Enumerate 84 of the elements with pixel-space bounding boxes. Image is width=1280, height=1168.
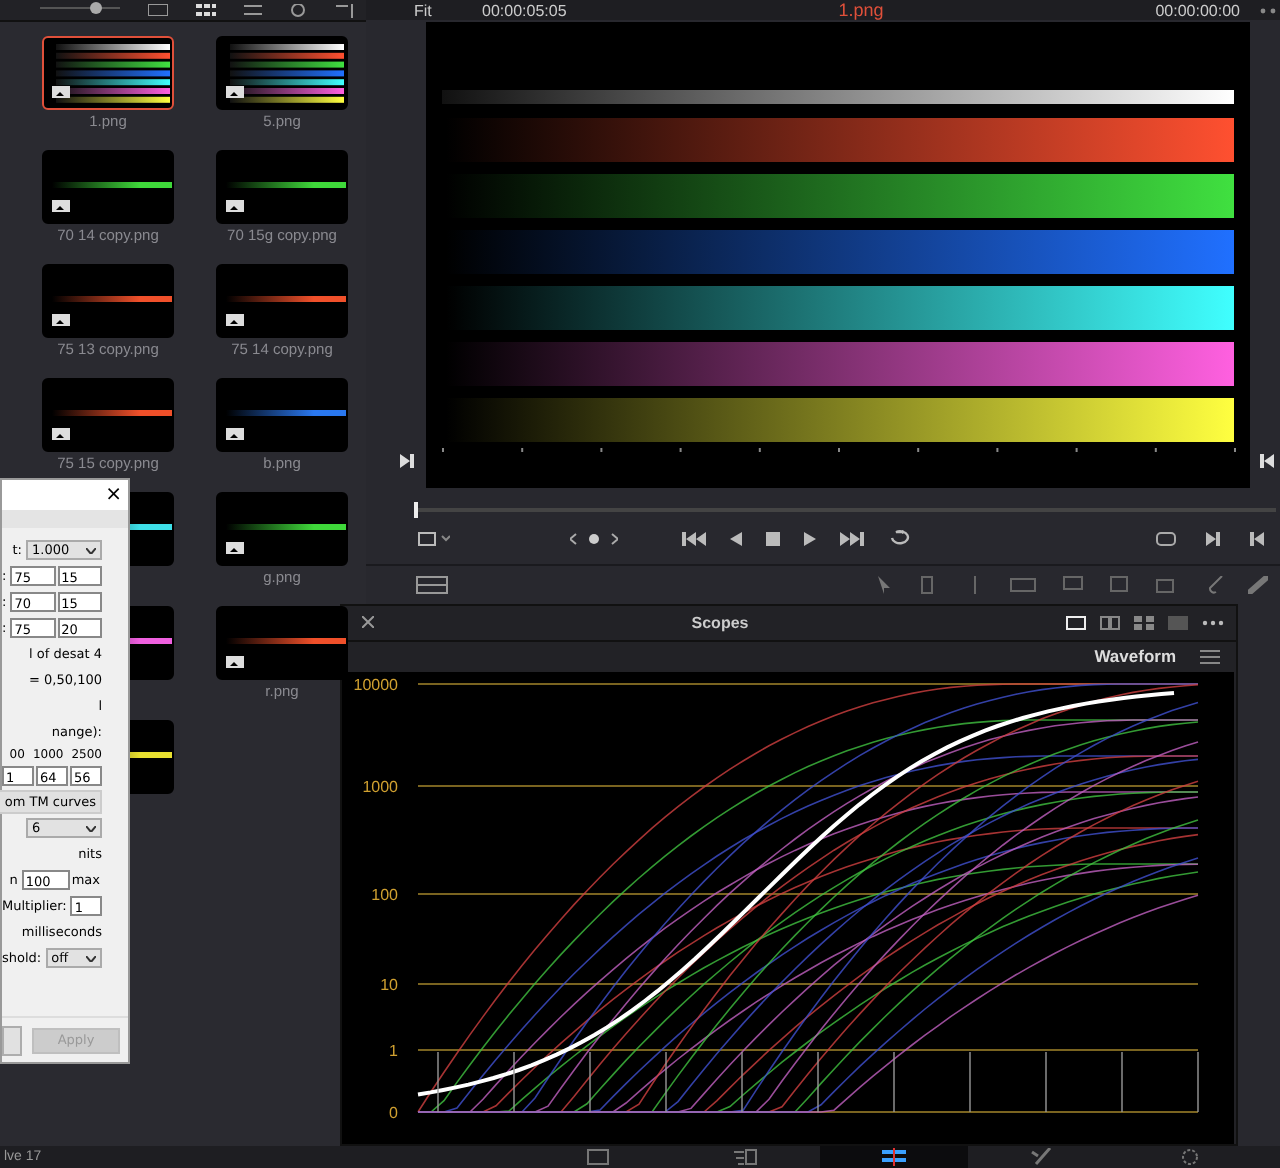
link-icon[interactable]: [1248, 576, 1268, 595]
page-tab[interactable]: [820, 1146, 968, 1168]
clip-thumbnail[interactable]: [42, 378, 174, 452]
image-icon: [52, 428, 70, 440]
light-streak: [226, 638, 346, 644]
image-icon: [52, 314, 70, 326]
axis-label: 1: [389, 1041, 398, 1060]
grid-view-icon[interactable]: [196, 4, 216, 16]
timeline-view-icon[interactable]: [416, 576, 448, 595]
current-timecode: 00:00:00:00: [1155, 1, 1240, 19]
clip-thumbnail[interactable]: [42, 36, 174, 110]
zoom-dropdown[interactable]: Fit: [414, 1, 462, 19]
skip-to-end-icon[interactable]: [840, 531, 864, 546]
clip-thumbnail[interactable]: [216, 36, 348, 110]
duration-timecode: 00:00:05:05: [482, 1, 567, 19]
ruler-icon[interactable]: [1010, 578, 1036, 593]
clip-title-dropdown[interactable]: 1.png: [586, 0, 1136, 20]
insert-icon[interactable]: [1060, 576, 1086, 595]
close-button[interactable]: ×: [105, 485, 122, 505]
quad-layout-icon[interactable]: [1134, 615, 1154, 630]
light-streak: [226, 524, 346, 530]
dual-layout-icon[interactable]: [1100, 615, 1120, 630]
clip-thumbnail[interactable]: [216, 150, 348, 224]
slider-icon[interactable]: [40, 2, 120, 18]
image-icon: [226, 86, 244, 98]
mark-out-icon[interactable]: [1260, 454, 1274, 469]
loop-icon[interactable]: [888, 529, 912, 548]
speed-lines-icon: [734, 1148, 758, 1166]
hook-icon[interactable]: [1206, 576, 1224, 595]
next-mark-icon[interactable]: [1206, 531, 1220, 546]
clip-thumbnail[interactable]: [216, 606, 348, 680]
scope-type-dropdown[interactable]: Waveform: [1094, 646, 1176, 667]
more-icon[interactable]: [1202, 619, 1224, 626]
light-streak: [226, 410, 346, 416]
settings-icon[interactable]: [1200, 647, 1220, 666]
close-icon[interactable]: [362, 616, 374, 629]
skip-to-start-icon[interactable]: [682, 531, 706, 546]
pen-icon: [1030, 1148, 1054, 1166]
single-layout-icon[interactable]: [1066, 615, 1086, 630]
clip-thumbnail[interactable]: [216, 378, 348, 452]
stop-icon[interactable]: [766, 531, 780, 546]
image-icon: [226, 542, 244, 554]
clip-thumbnail[interactable]: [216, 492, 348, 566]
color-bars-drawing: [230, 44, 344, 103]
play-reverse-icon[interactable]: [730, 531, 742, 546]
axis-label: 10000: [353, 675, 398, 694]
chevron-icon: [86, 955, 96, 961]
light-streak: [226, 182, 346, 188]
more-icon[interactable]: [1260, 7, 1276, 13]
pointer-icon[interactable]: [878, 576, 890, 595]
clip-thumbnail[interactable]: [42, 150, 174, 224]
clip-thumbnail[interactable]: [216, 264, 348, 338]
color-bars-drawing: [56, 44, 170, 103]
light-streak: [52, 182, 172, 188]
chevron-icon: [86, 547, 96, 553]
image-icon: [226, 314, 244, 326]
light-streak: [52, 296, 172, 302]
list-view-icon[interactable]: [244, 4, 262, 16]
thumbnail-view-icon[interactable]: [148, 4, 168, 16]
image-icon: [226, 200, 244, 212]
light-streak: [226, 296, 346, 302]
image-icon: [52, 86, 70, 98]
jog-control-icon[interactable]: [570, 531, 618, 546]
image-icon: [52, 200, 70, 212]
axis-label: 1000: [362, 777, 398, 796]
mark-in-icon[interactable]: [400, 454, 414, 469]
image-icon: [226, 428, 244, 440]
timeline-icon: [586, 1148, 610, 1166]
playhead-handle[interactable]: [414, 502, 418, 519]
play-icon[interactable]: [804, 531, 816, 546]
sort-icon[interactable]: [336, 3, 356, 17]
overwrite-icon[interactable]: [1110, 576, 1132, 595]
axis-label: 10: [380, 975, 398, 994]
clip-thumbnail[interactable]: [42, 264, 174, 338]
viewer-mode-icon[interactable]: [418, 531, 450, 546]
light-streak: [52, 410, 172, 416]
previous-mark-icon[interactable]: [1250, 531, 1264, 546]
image-icon: [226, 656, 244, 668]
axis-label: 0: [389, 1103, 398, 1122]
search-icon[interactable]: [290, 3, 308, 17]
chevron-icon: [86, 825, 96, 831]
axis-label: 100: [371, 885, 398, 904]
panel-title: Scopes: [689, 613, 751, 632]
loop-range-icon[interactable]: [1156, 531, 1176, 546]
